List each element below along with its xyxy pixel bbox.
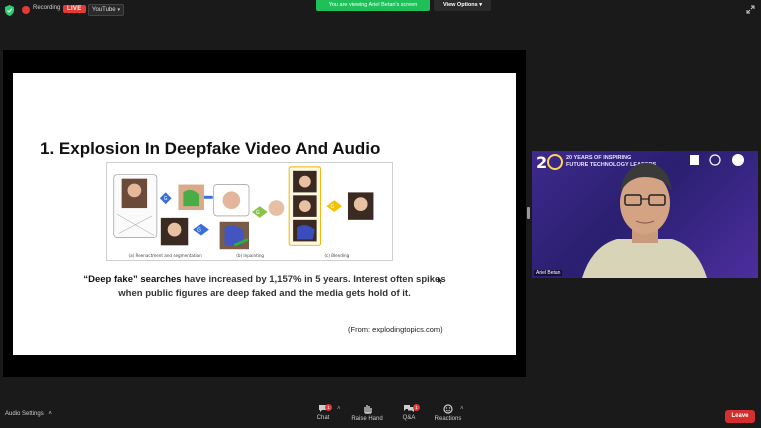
- chevron-down-icon: ▾: [117, 7, 120, 13]
- bottom-toolbar: Audio Settings ˄ 1 Chat ˄ Raise Hand 1 Q…: [0, 402, 761, 428]
- qa-label: Q&A: [402, 415, 416, 421]
- reactions-label: Reactions: [434, 416, 462, 422]
- diagram-caption-b: (b) Inpainting: [236, 253, 264, 258]
- recording-icon: [22, 6, 30, 14]
- speaker-name-label: Ariel Betan: [534, 270, 563, 276]
- slide-body-line-2: when public figures are deep faked and t…: [118, 288, 411, 299]
- view-options-label: View Options: [442, 2, 478, 8]
- live-badge[interactable]: LIVE: [63, 5, 86, 13]
- slide-body-highlight: “Deep fake” searches: [83, 274, 182, 285]
- shield-icon[interactable]: [5, 5, 14, 16]
- diagram-caption-c: (c) Blending: [324, 253, 349, 258]
- slide-title: 1. Explosion In Deepfake Video And Audio: [40, 139, 381, 158]
- viewing-banner: You are viewing Ariel Betan's screen: [316, 0, 430, 11]
- chat-label: Chat: [316, 415, 330, 421]
- reactions-icon: [443, 404, 453, 414]
- raise-hand-label: Raise Hand: [351, 416, 383, 422]
- svg-text:G: G: [330, 204, 334, 210]
- slide-source: (From: explodingtopics.com): [348, 325, 443, 334]
- leave-button[interactable]: Leave: [725, 410, 755, 423]
- stream-target-value: YouTube: [92, 7, 116, 13]
- qa-button[interactable]: 1 Q&A: [389, 404, 429, 421]
- raise-hand-button[interactable]: Raise Hand: [347, 404, 387, 422]
- raise-hand-icon: [363, 405, 372, 414]
- speaker-person: [582, 163, 707, 278]
- chat-badge: 1: [325, 404, 332, 411]
- speaker-video-tile[interactable]: 2 20 YEARS OF INSPIRING FUTURE TECHNOLOG…: [532, 151, 758, 278]
- top-bar: Recording LIVE YouTube ▾ You are viewing…: [0, 0, 761, 22]
- svg-text:G: G: [197, 228, 201, 234]
- svg-text:G: G: [256, 210, 260, 216]
- diagram-caption-a: (a) Reenactment and segmentation: [128, 253, 202, 258]
- presentation-slide: 1. Explosion In Deepfake Video And Audio…: [13, 73, 516, 355]
- svg-text:G: G: [164, 196, 168, 202]
- mouse-cursor-icon: [438, 277, 443, 284]
- panel-resize-handle[interactable]: [527, 207, 530, 219]
- slide-body-rest: have increased by 1,157% in 5 years. Int…: [181, 274, 446, 285]
- deepfake-pipeline-diagram: G G G G (a) Reenactment and segmentation…: [106, 162, 393, 261]
- view-options-button[interactable]: View Options ▾: [434, 0, 491, 11]
- audio-settings-label: Audio Settings: [5, 411, 44, 417]
- chevron-down-icon: ▾: [479, 2, 483, 8]
- fullscreen-icon[interactable]: [746, 5, 755, 14]
- stream-target-select[interactable]: YouTube ▾: [88, 4, 124, 16]
- recording-label: Recording: [33, 5, 61, 11]
- qa-badge: 1: [413, 404, 420, 411]
- audio-settings-button[interactable]: Audio Settings ˄: [5, 411, 52, 417]
- chevron-up-icon[interactable]: ˄: [337, 406, 341, 412]
- chevron-up-icon: ˄: [48, 411, 52, 417]
- chevron-up-icon[interactable]: ˄: [460, 406, 464, 412]
